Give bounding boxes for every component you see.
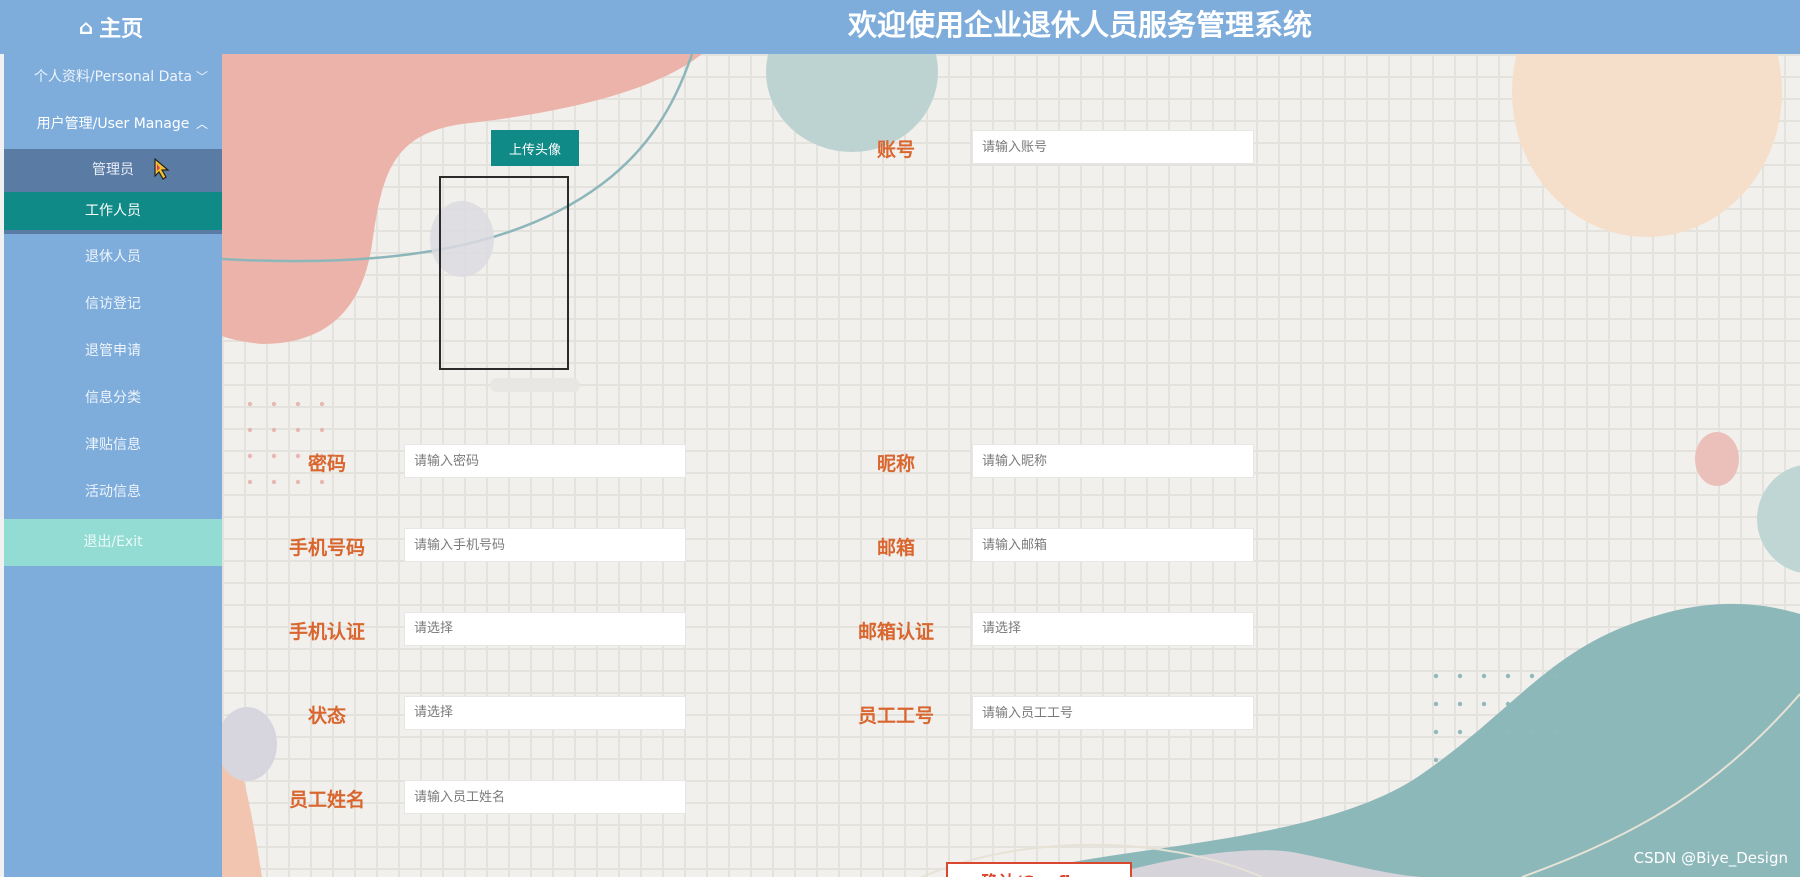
sidebar-item-label: 信息分类 [85, 390, 141, 406]
avatar-preview[interactable] [439, 176, 569, 370]
password-label: 密码 [307, 453, 346, 475]
sidebar-item-activity[interactable]: 活动信息 [4, 469, 222, 516]
avatar-shadow [490, 378, 580, 392]
staff-no-input[interactable] [972, 696, 1254, 730]
email-verify-label: 邮箱认证 [857, 621, 934, 643]
sidebar-item-admin[interactable]: 管理员 [4, 149, 222, 192]
page-title: 欢迎使用企业退休人员服务管理系统 [847, 8, 1312, 42]
home-link[interactable]: ⌂ 主页 [0, 0, 222, 54]
nickname-label: 昵称 [876, 453, 915, 475]
sidebar-item-retiree[interactable]: 退休人员 [4, 234, 222, 281]
sidebar-item-exit[interactable]: 退出/Exit [4, 519, 222, 566]
sidebar-item-label: 活动信息 [85, 484, 141, 500]
sidebar: 个人资料/Personal Data ﹀ 用户管理/User Manage ︿ … [0, 54, 222, 877]
sidebar-item-label: 津贴信息 [85, 437, 141, 453]
sidebar-item-user-manage[interactable]: 用户管理/User Manage ︿ [4, 101, 222, 148]
mouse-cursor-icon [154, 158, 170, 180]
sidebar-item-label: 退管申请 [85, 343, 141, 359]
chevron-up-icon: ︿ [195, 117, 208, 131]
email-label: 邮箱 [876, 537, 915, 559]
sidebar-item-staff[interactable]: 工作人员 [4, 192, 222, 234]
status-select[interactable]: 请选择 [404, 696, 686, 730]
sidebar-item-label: 工作人员 [85, 203, 141, 219]
staff-no-label: 员工工号 [857, 705, 934, 727]
main-content: 上传头像 账号 密码 昵称 手机号码 邮箱 手机认证 请选择 邮箱认证 请选择 … [222, 54, 1800, 877]
email-verify-select[interactable]: 请选择 [972, 612, 1254, 646]
status-label: 状态 [307, 705, 346, 727]
sidebar-item-subsidy[interactable]: 津贴信息 [4, 422, 222, 469]
sidebar-item-label: 管理员 [92, 162, 134, 178]
sidebar-item-label: 个人资料/Personal Data [33, 69, 193, 85]
home-icon: ⌂ [78, 15, 94, 39]
sidebar-item-info-category[interactable]: 信息分类 [4, 375, 222, 422]
account-input[interactable] [972, 130, 1254, 164]
phone-verify-label: 手机认证 [288, 621, 365, 643]
watermark: CSDN @Biye_Design [1633, 849, 1788, 867]
account-label: 账号 [876, 139, 915, 161]
chevron-down-icon: ﹀ [195, 70, 208, 84]
home-label: 主页 [99, 17, 144, 42]
sidebar-item-label: 退休人员 [85, 249, 141, 265]
top-header: ⌂ 主页 欢迎使用企业退休人员服务管理系统 [0, 0, 1800, 54]
sidebar-item-label: 退出/Exit [83, 534, 143, 550]
staff-name-input[interactable] [404, 780, 686, 814]
phone-input[interactable] [404, 528, 686, 562]
confirm-button[interactable]: 确认/Confirm [946, 862, 1132, 877]
sidebar-item-retire-apply[interactable]: 退管申请 [4, 328, 222, 375]
nickname-input[interactable] [972, 444, 1254, 478]
sidebar-item-personal-data[interactable]: 个人资料/Personal Data ﹀ [4, 54, 222, 101]
email-input[interactable] [972, 528, 1254, 562]
sidebar-item-petition[interactable]: 信访登记 [4, 281, 222, 328]
sidebar-item-label: 信访登记 [85, 296, 141, 312]
staff-name-label: 员工姓名 [288, 789, 365, 811]
upload-avatar-button[interactable]: 上传头像 [491, 130, 579, 166]
phone-label: 手机号码 [288, 537, 365, 559]
sidebar-item-label: 用户管理/User Manage [36, 116, 190, 132]
phone-verify-select[interactable]: 请选择 [404, 612, 686, 646]
password-input[interactable] [404, 444, 686, 478]
